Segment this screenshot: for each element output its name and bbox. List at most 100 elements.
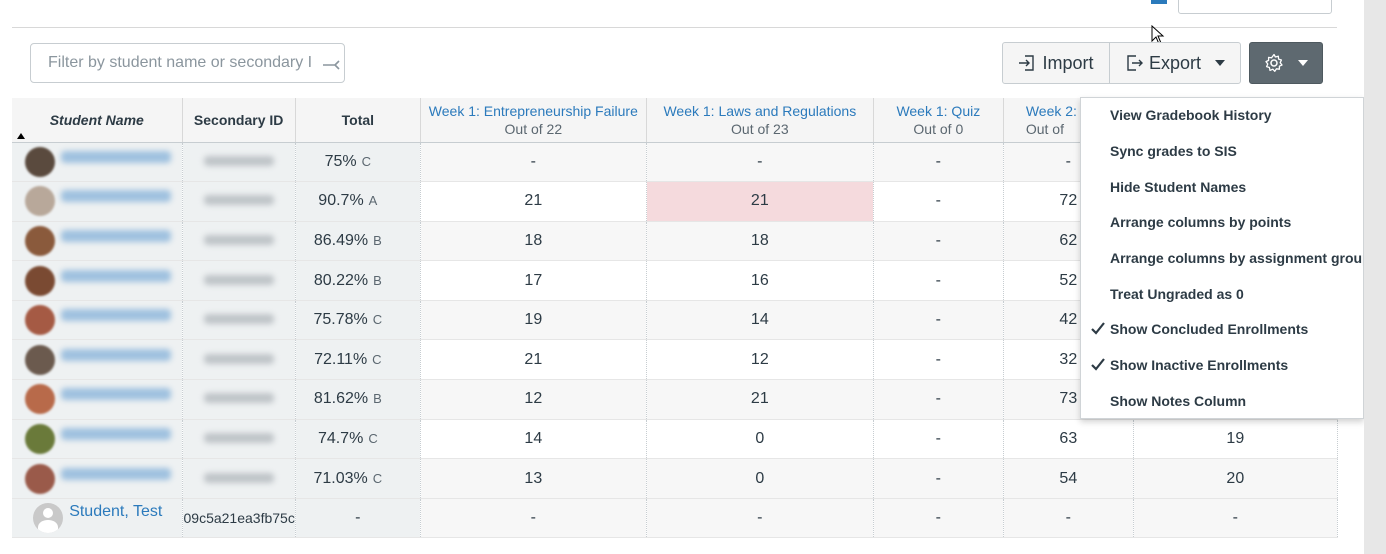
- grade-cell[interactable]: 18: [420, 221, 647, 262]
- menu-item-label: Arrange columns by assignment group: [1110, 250, 1364, 266]
- grade-cell[interactable]: -: [420, 498, 647, 539]
- grade-cell[interactable]: 19: [420, 300, 647, 341]
- menu-item[interactable]: Arrange columns by assignment group: [1081, 241, 1364, 277]
- grade-cell[interactable]: 12: [420, 379, 647, 420]
- grade-cell[interactable]: 14: [420, 419, 647, 460]
- grade-cell[interactable]: 21: [420, 181, 647, 222]
- student-filter-input[interactable]: [32, 45, 312, 81]
- student-name-link[interactable]: [60, 467, 171, 480]
- grade-cell[interactable]: 63: [1003, 419, 1134, 460]
- secondary-id-cell: [182, 142, 296, 183]
- menu-item[interactable]: Arrange columns by points: [1081, 205, 1363, 241]
- avatar[interactable]: [24, 305, 55, 336]
- assignment-header[interactable]: Week 1: Entrepreneurship Failure Out of …: [420, 98, 647, 143]
- menu-item[interactable]: Show Inactive Enrollments: [1081, 348, 1363, 384]
- student-name-link[interactable]: [60, 309, 171, 322]
- letter-grade: C: [372, 312, 383, 328]
- student-name-link[interactable]: [60, 348, 171, 361]
- student-name-link[interactable]: [60, 388, 171, 401]
- avatar[interactable]: [24, 344, 55, 375]
- grade-cell[interactable]: 18: [646, 221, 874, 262]
- secondary-id-header[interactable]: Secondary ID: [182, 98, 296, 143]
- grade-cell[interactable]: -: [873, 221, 1004, 262]
- avatar[interactable]: [24, 423, 55, 454]
- secondary-id-cell: [182, 458, 296, 499]
- grade-cell[interactable]: 16: [646, 260, 874, 301]
- assignment-header[interactable]: Week 1: Quiz Out of 0: [873, 98, 1004, 143]
- secondary-id-cell: 09c5a21ea3fb75c: [182, 498, 296, 539]
- total-cell: 75% C: [295, 142, 421, 183]
- menu-item[interactable]: Show Notes Column: [1081, 384, 1363, 418]
- grade-cell[interactable]: 21: [646, 181, 874, 222]
- student-name-link[interactable]: [60, 269, 171, 282]
- export-button[interactable]: Export: [1109, 42, 1241, 84]
- gradebook-settings-button[interactable]: [1249, 42, 1323, 84]
- grade-cell[interactable]: -: [873, 379, 1004, 420]
- menu-item-label: Sync grades to SIS: [1110, 143, 1237, 159]
- avatar[interactable]: [24, 146, 55, 177]
- letter-grade: C: [368, 430, 378, 446]
- grade-cell[interactable]: 0: [646, 419, 874, 460]
- grade-cell[interactable]: 12: [646, 339, 874, 381]
- menu-item[interactable]: Treat Ungraded as 0: [1081, 277, 1363, 313]
- grade-cell[interactable]: -: [873, 181, 1004, 222]
- grade-cell[interactable]: 17: [420, 260, 647, 301]
- grade-cell[interactable]: 13: [420, 458, 647, 499]
- student-name-link[interactable]: [60, 150, 171, 163]
- menu-item[interactable]: Hide Student Names: [1081, 170, 1363, 206]
- grade-cell[interactable]: -: [646, 142, 874, 183]
- grade-cell[interactable]: -: [646, 498, 874, 539]
- assignment-header-name[interactable]: Week 1: Laws and Regulations: [647, 102, 873, 120]
- page-scrollbar[interactable]: [1364, 0, 1386, 554]
- grade-cell[interactable]: 19: [1133, 419, 1338, 460]
- student-name-link[interactable]: Student, Test: [69, 503, 162, 520]
- student-name-link[interactable]: [60, 427, 171, 440]
- avatar[interactable]: [24, 186, 55, 217]
- checkmark-icon: [1091, 322, 1105, 335]
- menu-item[interactable]: Sync grades to SIS: [1081, 134, 1363, 170]
- assignment-header-name[interactable]: Week 1: Quiz: [874, 102, 1003, 120]
- grade-cell[interactable]: -: [873, 458, 1004, 499]
- grade-cell[interactable]: -: [1133, 498, 1338, 539]
- top-toolbar-icon[interactable]: [1151, 0, 1167, 4]
- grade-cell[interactable]: -: [873, 339, 1004, 381]
- total-score: 86.49%: [313, 231, 369, 249]
- assignment-header-name[interactable]: Week 1: Entrepreneurship Failure: [421, 102, 646, 120]
- grade-cell[interactable]: -: [873, 142, 1004, 183]
- avatar[interactable]: [24, 225, 55, 256]
- student-name-cell: [12, 458, 183, 499]
- student-filter[interactable]: [30, 43, 345, 83]
- avatar[interactable]: [24, 463, 55, 494]
- import-button[interactable]: Import: [1002, 42, 1110, 84]
- assignment-header[interactable]: Week 1: Laws and Regulations Out of 23: [646, 98, 874, 143]
- letter-grade: C: [372, 351, 382, 367]
- export-icon: [1127, 55, 1143, 71]
- grade-cell[interactable]: -: [873, 498, 1004, 539]
- grade-cell[interactable]: 21: [646, 379, 874, 420]
- total-cell: 80.22% B: [295, 260, 421, 301]
- grade-cell[interactable]: 0: [646, 458, 874, 499]
- grade-cell[interactable]: -: [1003, 498, 1134, 539]
- top-select-box[interactable]: [1178, 0, 1332, 14]
- secondary-id-cell: [182, 419, 296, 460]
- grade-cell[interactable]: -: [873, 300, 1004, 341]
- student-name-link[interactable]: [60, 190, 171, 203]
- secondary-id-cell: [182, 181, 296, 222]
- avatar[interactable]: [24, 384, 55, 415]
- total-header[interactable]: Total: [295, 98, 421, 143]
- grade-cell[interactable]: -: [873, 260, 1004, 301]
- student-name-header[interactable]: Student Name: [12, 98, 183, 143]
- grade-cell[interactable]: 20: [1133, 458, 1338, 499]
- grade-cell[interactable]: 14: [646, 300, 874, 341]
- grade-cell[interactable]: -: [873, 419, 1004, 460]
- menu-item[interactable]: Show Concluded Enrollments: [1081, 312, 1363, 348]
- grade-cell[interactable]: 21: [420, 339, 647, 381]
- menu-item[interactable]: View Gradebook History: [1081, 98, 1363, 134]
- secondary-id-cell: [182, 339, 296, 381]
- avatar[interactable]: [33, 503, 64, 534]
- avatar[interactable]: [24, 265, 55, 296]
- grade-cell[interactable]: 54: [1003, 458, 1134, 499]
- student-name-link[interactable]: [60, 229, 171, 242]
- letter-grade: B: [373, 272, 382, 288]
- grade-cell[interactable]: -: [420, 142, 647, 183]
